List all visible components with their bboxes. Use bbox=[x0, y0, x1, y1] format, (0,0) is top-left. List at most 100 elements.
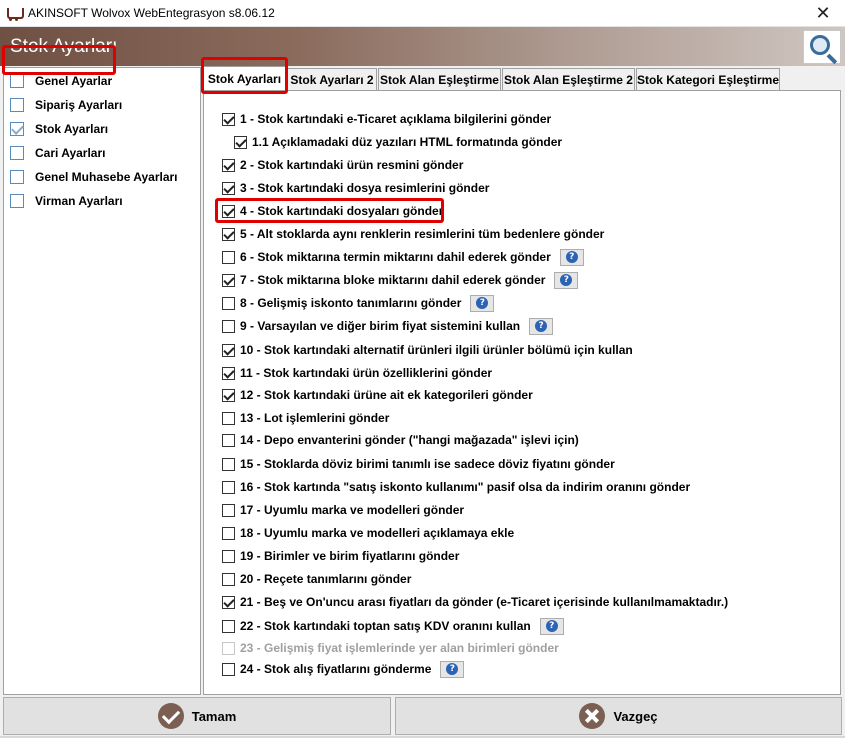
option-label: 1.1 Açıklamadaki düz yazıları HTML forma… bbox=[252, 135, 563, 149]
option-row[interactable]: 22 - Stok kartındaki toptan satış KDV or… bbox=[222, 617, 564, 635]
option-row[interactable]: 1.1 Açıklamadaki düz yazıları HTML forma… bbox=[234, 133, 562, 151]
help-icon: ? bbox=[476, 297, 489, 309]
option-label: 10 - Stok kartındaki alternatif ürünleri… bbox=[240, 343, 633, 357]
option-checkbox[interactable] bbox=[234, 135, 247, 149]
help-icon: ? bbox=[446, 663, 459, 675]
cancel-button[interactable]: Vazgeç bbox=[395, 697, 842, 735]
search-button[interactable] bbox=[803, 30, 841, 65]
option-label: 9 - Varsayılan ve diğer birim fiyat sist… bbox=[240, 319, 521, 333]
option-checkbox[interactable] bbox=[222, 503, 235, 517]
option-checkbox[interactable] bbox=[222, 619, 235, 633]
option-checkbox[interactable] bbox=[222, 595, 235, 609]
option-label: 14 - Depo envanterini gönder ("hangi mağ… bbox=[240, 433, 579, 447]
sidebar-item[interactable]: Sipariş Ayarları bbox=[10, 95, 122, 115]
option-row[interactable]: 6 - Stok miktarına termin miktarını dahi… bbox=[222, 248, 584, 266]
option-label: 5 - Alt stoklarda aynı renklerin resimle… bbox=[240, 227, 605, 241]
tab[interactable]: Stok Alan Eşleştirme bbox=[378, 68, 501, 90]
option-row[interactable]: 2 - Stok kartındaki ürün resmini gönder bbox=[222, 156, 463, 174]
option-row[interactable]: 8 - Gelişmiş iskonto tanımlarını gönder? bbox=[222, 294, 495, 312]
sidebar-item[interactable]: Virman Ayarları bbox=[10, 191, 123, 211]
highlight-box-sidebar bbox=[2, 45, 116, 75]
option-checkbox[interactable] bbox=[222, 319, 235, 333]
option-checkbox[interactable] bbox=[222, 112, 235, 126]
option-label: 23 - Gelişmiş fiyat işlemlerinde yer ala… bbox=[240, 641, 559, 655]
help-button[interactable]: ? bbox=[529, 317, 554, 335]
highlight-box-option bbox=[215, 198, 444, 223]
option-checkbox[interactable] bbox=[222, 273, 235, 287]
option-row[interactable]: 9 - Varsayılan ve diğer birim fiyat sist… bbox=[222, 317, 554, 335]
sidebar-item-label: Stok Ayarları bbox=[35, 122, 109, 136]
options-panel: 1 - Stok kartındaki e-Ticaret açıklama b… bbox=[203, 90, 841, 695]
option-label: 1 - Stok kartındaki e-Ticaret açıklama b… bbox=[240, 112, 552, 126]
option-label: 22 - Stok kartındaki toptan satış KDV or… bbox=[240, 619, 531, 633]
help-button[interactable]: ? bbox=[440, 660, 465, 678]
help-button[interactable]: ? bbox=[470, 294, 495, 312]
option-checkbox[interactable] bbox=[222, 662, 235, 676]
option-label: 16 - Stok kartında "satış iskonto kullan… bbox=[240, 480, 691, 494]
option-row[interactable]: 7 - Stok miktarına bloke miktarını dahil… bbox=[222, 271, 579, 289]
option-row[interactable]: 1 - Stok kartındaki e-Ticaret açıklama b… bbox=[222, 110, 551, 128]
sidebar-item-label: Cari Ayarları bbox=[35, 146, 106, 160]
option-checkbox[interactable] bbox=[222, 250, 235, 264]
cancel-button-label: Vazgeç bbox=[613, 708, 658, 724]
ok-button[interactable]: Tamam bbox=[3, 697, 391, 735]
sidebar-item[interactable]: Stok Ayarları bbox=[10, 119, 108, 139]
option-row[interactable]: 3 - Stok kartındaki dosya resimlerini gö… bbox=[222, 179, 489, 197]
option-row[interactable]: 11 - Stok kartındaki ürün özelliklerini … bbox=[222, 364, 492, 382]
help-button[interactable]: ? bbox=[559, 248, 584, 266]
help-button[interactable]: ? bbox=[554, 271, 579, 289]
tab[interactable]: Stok Ayarları 2 bbox=[287, 68, 377, 90]
option-checkbox[interactable] bbox=[222, 457, 235, 471]
option-checkbox[interactable] bbox=[222, 411, 235, 425]
option-row[interactable]: 15 - Stoklarda döviz birimi tanımlı ise … bbox=[222, 455, 615, 473]
option-checkbox[interactable] bbox=[222, 388, 235, 402]
help-icon: ? bbox=[535, 320, 548, 332]
sidebar-item[interactable]: Genel Muhasebe Ayarları bbox=[10, 167, 178, 187]
option-label: 24 - Stok alış fiyatlarını gönderme bbox=[240, 662, 432, 676]
option-checkbox[interactable] bbox=[222, 480, 235, 494]
option-row[interactable]: 17 - Uyumlu marka ve modelleri gönder bbox=[222, 501, 464, 519]
help-icon: ? bbox=[560, 274, 573, 286]
option-label: 3 - Stok kartındaki dosya resimlerini gö… bbox=[240, 181, 490, 195]
sidebar-item[interactable]: Cari Ayarları bbox=[10, 143, 105, 163]
highlight-box-tab bbox=[201, 57, 288, 94]
option-checkbox[interactable] bbox=[222, 549, 235, 563]
option-row[interactable]: 5 - Alt stoklarda aynı renklerin resimle… bbox=[222, 225, 604, 243]
help-button[interactable]: ? bbox=[539, 617, 564, 635]
option-checkbox[interactable] bbox=[222, 181, 235, 195]
ok-button-label: Tamam bbox=[191, 708, 237, 724]
option-checkbox[interactable] bbox=[222, 296, 235, 310]
option-checkbox[interactable] bbox=[222, 366, 235, 380]
option-checkbox[interactable] bbox=[222, 526, 235, 540]
option-row[interactable]: 21 - Beş ve On'uncu arası fiyatları da g… bbox=[222, 593, 728, 611]
page-header: Stok Ayarları bbox=[0, 27, 845, 66]
option-row[interactable]: 14 - Depo envanterini gönder ("hangi mağ… bbox=[222, 431, 579, 449]
option-checkbox[interactable] bbox=[222, 343, 235, 357]
option-checkbox[interactable] bbox=[222, 433, 235, 447]
option-label: 21 - Beş ve On'uncu arası fiyatları da g… bbox=[240, 595, 729, 609]
option-checkbox bbox=[222, 641, 235, 655]
option-row[interactable]: 12 - Stok kartındaki ürüne ait ek katego… bbox=[222, 386, 533, 404]
sidebar-checkbox bbox=[10, 74, 24, 88]
option-checkbox[interactable] bbox=[222, 572, 235, 586]
option-row[interactable]: 24 - Stok alış fiyatlarını gönderme? bbox=[222, 660, 465, 678]
option-row[interactable]: 19 - Birimler ve birim fiyatlarını gönde… bbox=[222, 547, 459, 565]
option-row[interactable]: 20 - Reçete tanımlarını gönder bbox=[222, 570, 411, 588]
sidebar-item-label: Sipariş Ayarları bbox=[35, 98, 123, 112]
sidebar-checkbox bbox=[10, 98, 24, 112]
magnifier-icon bbox=[810, 35, 830, 55]
tab[interactable]: Stok Alan Eşleştirme 2 bbox=[502, 68, 635, 90]
option-label: 8 - Gelişmiş iskonto tanımlarını gönder bbox=[240, 296, 462, 310]
option-row[interactable]: 13 - Lot işlemlerini gönder bbox=[222, 409, 389, 427]
option-label: 15 - Stoklarda döviz birimi tanımlı ise … bbox=[240, 457, 615, 471]
option-row[interactable]: 18 - Uyumlu marka ve modelleri açıklamay… bbox=[222, 524, 514, 542]
sidebar-checkbox bbox=[10, 146, 24, 160]
option-row[interactable]: 16 - Stok kartında "satış iskonto kullan… bbox=[222, 478, 690, 496]
option-checkbox[interactable] bbox=[222, 227, 235, 241]
option-row[interactable]: 10 - Stok kartındaki alternatif ürünleri… bbox=[222, 341, 633, 359]
tab[interactable]: Stok Kategori Eşleştirme bbox=[636, 68, 780, 90]
option-row: 23 - Gelişmiş fiyat işlemlerinde yer ala… bbox=[222, 639, 559, 657]
close-button[interactable]: ✕ bbox=[801, 0, 845, 27]
option-label: 20 - Reçete tanımlarını gönder bbox=[240, 572, 412, 586]
option-checkbox[interactable] bbox=[222, 158, 235, 172]
